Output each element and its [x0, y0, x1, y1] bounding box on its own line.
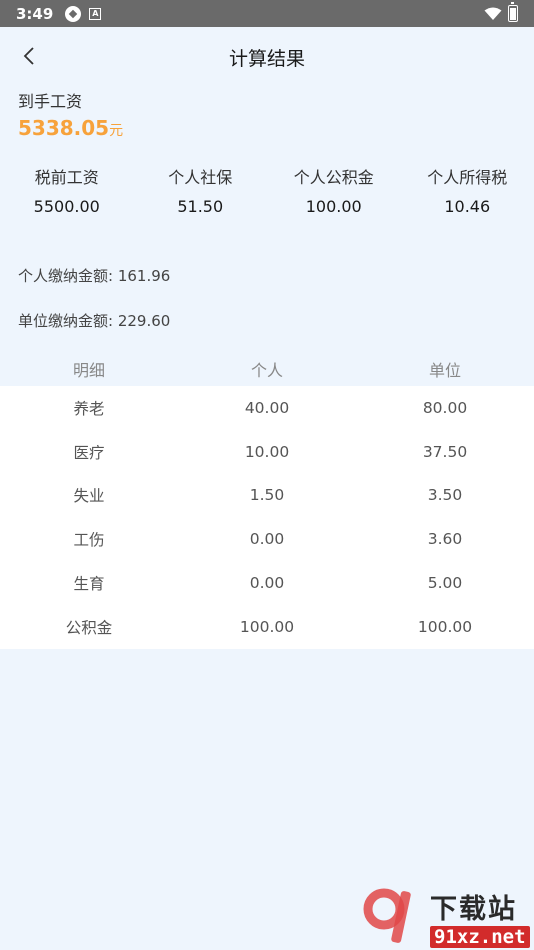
status-time: 3:49 [16, 4, 54, 23]
table-row: 养老 40.00 80.00 [0, 386, 534, 430]
summary-label: 个人所得税 [427, 168, 508, 187]
row-item: 养老 [73, 399, 105, 418]
summary-label: 个人社保 [168, 168, 233, 187]
row-item: 失业 [73, 487, 105, 506]
table-row: 公积金 100.00 100.00 [0, 605, 534, 649]
watermark-url: 91xz.net [430, 925, 530, 948]
row-item: 工伤 [73, 531, 105, 550]
row-company: 3.50 [427, 486, 463, 505]
battery-icon [508, 2, 518, 22]
row-item: 生育 [73, 575, 105, 594]
table-row: 工伤 0.00 3.60 [0, 517, 534, 561]
header-company: 单位 [428, 361, 461, 380]
summary-income-tax: 个人所得税 10.46 [401, 164, 534, 216]
row-company: 37.50 [422, 442, 468, 461]
net-salary-amount: 5338.05元 [18, 116, 123, 140]
status-bar: 3:49 A [0, 0, 534, 27]
summary-value: 51.50 [177, 197, 224, 216]
app-notification-icon [65, 5, 82, 22]
row-item: 公积金 [65, 618, 113, 637]
row-personal: 1.50 [249, 486, 285, 505]
watermark-logo-icon [363, 888, 411, 943]
row-personal: 0.00 [249, 530, 285, 549]
watermark-title: 下载站 [430, 893, 517, 925]
row-personal: 100.00 [239, 617, 295, 636]
net-salary-value: 5338.05 [18, 116, 110, 140]
company-total: 单位缴纳金额: 229.60 [18, 312, 171, 330]
a-notification-icon: A [89, 7, 102, 20]
nav-bar: 计算结果 [0, 27, 534, 85]
summary-label: 个人公积金 [293, 168, 374, 187]
table-row: 生育 0.00 5.00 [0, 561, 534, 605]
summary-pretax: 税前工资 5500.00 [0, 164, 134, 216]
summary-value: 10.46 [444, 197, 491, 216]
row-personal: 40.00 [244, 398, 290, 417]
summary-row: 税前工资 5500.00 个人社保 51.50 个人公积金 100.00 个人所… [0, 164, 534, 216]
net-salary-label: 到手工资 [18, 92, 83, 111]
summary-value: 5500.00 [33, 197, 100, 216]
row-company: 100.00 [417, 617, 473, 636]
watermark-text: 下载站 91xz.net [430, 887, 530, 948]
row-company: 3.60 [427, 530, 463, 549]
page-title: 计算结果 [228, 48, 305, 70]
summary-social-insurance: 个人社保 51.50 [134, 164, 268, 216]
table-row: 医疗 10.00 37.50 [0, 430, 534, 474]
row-item: 医疗 [73, 443, 105, 462]
table-row: 失业 1.50 3.50 [0, 474, 534, 518]
summary-label: 税前工资 [34, 168, 99, 187]
status-system-icons [484, 2, 518, 22]
row-company: 5.00 [427, 574, 463, 593]
wifi-icon [484, 7, 502, 20]
watermark: 下载站 91xz.net [362, 884, 534, 950]
detail-table: 养老 40.00 80.00 医疗 10.00 37.50 失业 1.50 3.… [0, 386, 534, 649]
header-item: 明细 [72, 361, 105, 380]
row-personal: 0.00 [249, 574, 285, 593]
net-salary-unit: 元 [109, 123, 124, 139]
detail-table-header: 明细 个人 单位 [0, 352, 534, 386]
header-personal: 个人 [250, 361, 283, 380]
row-company: 80.00 [422, 398, 468, 417]
personal-total: 个人缴纳金额: 161.96 [18, 267, 171, 285]
status-notification-icons: A [65, 5, 102, 22]
row-personal: 10.00 [244, 442, 290, 461]
summary-housing-fund: 个人公积金 100.00 [267, 164, 401, 216]
summary-value: 100.00 [305, 197, 362, 216]
